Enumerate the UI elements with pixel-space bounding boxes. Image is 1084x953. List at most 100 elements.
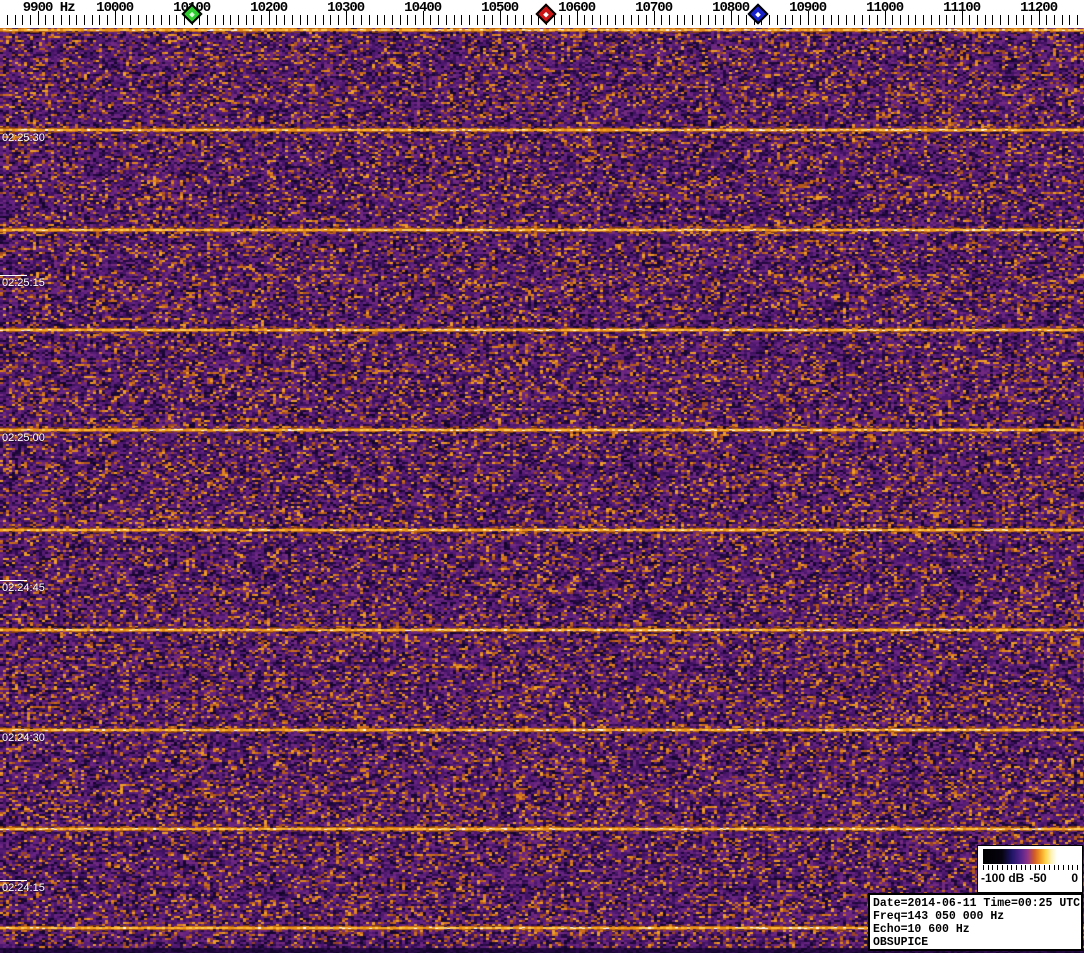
freq-tick-label: 10600 xyxy=(558,0,596,16)
ruler-tick xyxy=(207,15,209,25)
freq-tick-label: 11200 xyxy=(1020,0,1058,16)
legend-label-max: 0 xyxy=(1071,871,1078,885)
ruler-tick xyxy=(645,15,647,25)
ruler-tick xyxy=(399,15,401,25)
ruler-tick xyxy=(823,15,824,25)
ruler-tick xyxy=(415,15,416,25)
ruler-tick xyxy=(784,15,786,25)
legend-tick xyxy=(1067,865,1069,870)
time-tick xyxy=(0,275,27,276)
ruler-tick xyxy=(769,15,771,25)
ruler-tick xyxy=(915,15,917,25)
ruler-tick xyxy=(145,15,147,25)
ruler-tick xyxy=(468,15,470,25)
info-station-line: OBSUPICE xyxy=(873,936,929,949)
ruler-tick xyxy=(715,15,717,25)
ruler-tick xyxy=(907,15,909,25)
ruler-tick xyxy=(461,15,463,25)
ruler-tick xyxy=(984,15,986,25)
ruler-tick xyxy=(584,15,586,25)
legend-tick xyxy=(987,865,989,870)
legend-tick xyxy=(1053,865,1055,870)
ruler-tick xyxy=(1061,15,1063,25)
ruler-tick xyxy=(992,15,994,25)
waterfall-display[interactable] xyxy=(0,28,1084,953)
freq-tick-label: 10700 xyxy=(635,0,673,16)
ruler-tick xyxy=(222,15,224,25)
ruler-tick xyxy=(168,15,170,25)
intensity-legend: -100 dB -50 0 xyxy=(977,845,1083,893)
info-date-line: Date=2014-06-11 Time=00:25 UTC xyxy=(873,897,1081,910)
ruler-tick xyxy=(1015,15,1017,25)
ruler-tick xyxy=(522,15,524,25)
ruler-tick xyxy=(568,15,570,25)
ruler-tick xyxy=(22,15,24,25)
ruler-tick xyxy=(291,15,293,25)
freq-tick-label: 9900 Hz xyxy=(22,0,76,16)
ruler-tick xyxy=(630,15,632,25)
legend-tick xyxy=(1039,865,1041,870)
ruler-tick xyxy=(60,15,62,25)
ruler-tick xyxy=(792,15,794,25)
ruler-tick xyxy=(368,15,370,25)
ruler-tick xyxy=(492,15,493,25)
ruler-tick xyxy=(799,15,801,25)
ruler-tick xyxy=(876,15,878,25)
ruler-tick xyxy=(930,15,932,25)
ruler-tick xyxy=(314,15,316,25)
ruler-tick xyxy=(853,15,855,25)
ruler-tick xyxy=(676,15,678,25)
freq-tick-label: 10000 xyxy=(96,0,134,16)
ruler-tick xyxy=(261,15,262,25)
ruler-tick xyxy=(830,15,832,25)
ruler-tick xyxy=(330,15,332,25)
ruler-tick xyxy=(722,15,724,25)
ruler-tick xyxy=(338,15,339,25)
frequency-ruler[interactable]: 9900 Hz100001010010200103001040010500106… xyxy=(0,0,1084,28)
freq-tick-label: 11100 xyxy=(943,0,981,16)
marker-blue-icon[interactable] xyxy=(746,3,769,25)
ruler-tick xyxy=(946,15,948,25)
freq-tick-label: 11000 xyxy=(866,0,904,16)
ruler-tick xyxy=(622,15,624,25)
freq-tick-label: 10800 xyxy=(712,0,750,16)
color-scale-gradient[interactable] xyxy=(983,849,1078,864)
ruler-tick xyxy=(1069,15,1071,25)
legend-tick xyxy=(1020,865,1022,870)
ruler-tick xyxy=(738,15,740,25)
ruler-tick xyxy=(838,15,840,25)
freq-tick-label: 10200 xyxy=(250,0,288,16)
ruler-tick xyxy=(14,15,16,25)
legend-tick xyxy=(983,865,984,870)
time-tick xyxy=(0,880,27,881)
ruler-tick xyxy=(284,15,286,25)
legend-tick xyxy=(1077,865,1078,870)
ruler-tick xyxy=(561,15,563,25)
ruler-tick xyxy=(122,15,124,25)
ruler-tick xyxy=(746,15,747,25)
ruler-tick xyxy=(299,15,301,25)
ruler-tick xyxy=(938,15,940,25)
ruler-tick xyxy=(861,15,863,25)
ruler-tick xyxy=(307,15,309,25)
ruler-tick xyxy=(430,15,432,25)
ruler-tick xyxy=(91,15,93,25)
legend-tick xyxy=(1072,865,1074,870)
ruler-tick xyxy=(276,15,278,25)
ruler-tick xyxy=(869,15,871,25)
ruler-tick xyxy=(1023,15,1025,25)
ruler-tick xyxy=(1030,15,1032,25)
ruler-tick xyxy=(599,15,601,25)
legend-tick xyxy=(1058,865,1060,870)
ruler-tick xyxy=(661,15,663,25)
ruler-tick xyxy=(923,15,925,25)
ruler-tick xyxy=(68,15,70,25)
legend-tick xyxy=(1011,865,1013,870)
ruler-tick xyxy=(776,15,778,25)
ruler-tick xyxy=(45,15,47,25)
ruler-tick xyxy=(638,15,640,25)
ruler-tick xyxy=(892,15,894,25)
ruler-tick xyxy=(99,15,101,25)
ruler-tick xyxy=(353,15,355,25)
ruler-tick xyxy=(153,15,155,25)
